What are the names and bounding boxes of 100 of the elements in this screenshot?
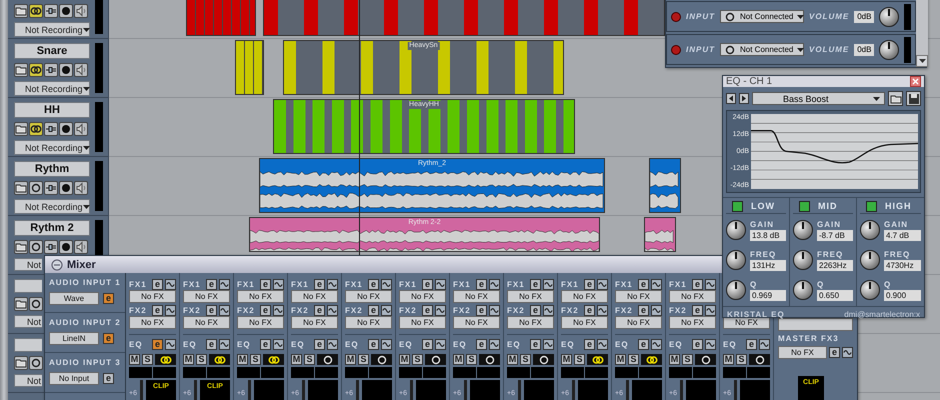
edit-button[interactable]: e xyxy=(638,278,649,290)
curve-button[interactable] xyxy=(219,278,230,290)
knob[interactable] xyxy=(860,250,880,270)
fader-track[interactable] xyxy=(626,380,629,400)
edit-button[interactable]: e xyxy=(314,338,325,350)
speaker-button[interactable] xyxy=(74,181,88,195)
fx-slot-field[interactable]: No FX xyxy=(183,290,230,303)
record-mode-dropdown[interactable]: Not Recording xyxy=(14,81,90,96)
link-toggle[interactable] xyxy=(29,356,43,370)
folder-button[interactable] xyxy=(14,356,28,370)
fx-slot-field[interactable]: No FX xyxy=(129,290,176,303)
folder-button[interactable] xyxy=(14,63,28,77)
curve-button[interactable] xyxy=(327,304,338,316)
link-toggle[interactable] xyxy=(29,63,43,77)
edit-button[interactable]: e xyxy=(746,338,757,350)
edit-button[interactable]: e xyxy=(692,304,703,316)
curve-button[interactable] xyxy=(651,304,662,316)
edit-button[interactable]: e xyxy=(530,278,541,290)
edit-button[interactable]: e xyxy=(368,338,379,350)
solo-button[interactable]: S xyxy=(250,354,261,365)
edit-button[interactable]: e xyxy=(103,333,114,344)
knob[interactable] xyxy=(793,280,813,300)
solo-button[interactable]: S xyxy=(682,354,693,365)
knob-value-field[interactable]: -8.7 dB xyxy=(817,230,853,241)
record-mode-dropdown[interactable]: Not Recording xyxy=(14,199,90,214)
fader-track[interactable] xyxy=(356,380,359,400)
edit-button[interactable]: e xyxy=(314,304,325,316)
edit-button[interactable]: e xyxy=(422,338,433,350)
link-toggle[interactable] xyxy=(209,354,230,365)
knob-value-field[interactable]: 0.969 xyxy=(750,290,786,301)
edit-button[interactable]: e xyxy=(368,304,379,316)
close-button[interactable] xyxy=(910,76,921,87)
track-name-field[interactable]: HH xyxy=(14,102,90,118)
edit-button[interactable]: e xyxy=(314,278,325,290)
curve-button[interactable] xyxy=(705,278,716,290)
curve-button[interactable] xyxy=(327,278,338,290)
speaker-button[interactable] xyxy=(74,63,88,77)
curve-button[interactable] xyxy=(165,338,176,350)
edit-button[interactable]: e xyxy=(260,304,271,316)
edit-button[interactable]: e xyxy=(584,278,595,290)
solo-button[interactable]: S xyxy=(574,354,585,365)
curve-button[interactable] xyxy=(165,304,176,316)
curve-button[interactable] xyxy=(435,338,446,350)
track-name-field[interactable] xyxy=(14,279,42,293)
mute-button[interactable]: M xyxy=(507,354,518,365)
curve-button[interactable] xyxy=(651,278,662,290)
knob[interactable] xyxy=(793,220,813,240)
knob-value-field[interactable]: 4730Hz xyxy=(884,260,921,271)
curve-button[interactable] xyxy=(273,338,284,350)
link-toggle[interactable] xyxy=(587,354,608,365)
link-toggle[interactable] xyxy=(317,354,338,365)
edit-button[interactable]: e xyxy=(829,347,840,358)
curve-button[interactable] xyxy=(435,278,446,290)
mute-button[interactable]: M xyxy=(561,354,572,365)
edit-button[interactable]: e xyxy=(530,338,541,350)
fader-track[interactable] xyxy=(248,380,251,400)
record-mode-dropdown[interactable]: Not xyxy=(14,374,42,387)
volume-value-field[interactable]: 0dB xyxy=(854,44,874,56)
curve-button[interactable] xyxy=(597,304,608,316)
edit-button[interactable]: e xyxy=(152,304,163,316)
knob[interactable] xyxy=(860,280,880,300)
band-toggle[interactable] xyxy=(799,200,810,212)
scrollbar[interactable] xyxy=(916,0,928,67)
curve-button[interactable] xyxy=(219,338,230,350)
fader-track[interactable] xyxy=(734,380,737,400)
input-source-field[interactable]: No Input xyxy=(49,372,99,385)
mute-button[interactable]: M xyxy=(237,354,248,365)
band-toggle[interactable] xyxy=(732,200,743,212)
speaker-button[interactable] xyxy=(74,122,88,136)
curve-button[interactable] xyxy=(543,338,554,350)
next-button[interactable] xyxy=(739,93,749,104)
fx-slot-field[interactable]: No FX xyxy=(615,290,662,303)
curve-button[interactable] xyxy=(759,338,770,350)
fx-slot-field[interactable]: No FX xyxy=(129,316,176,329)
link-toggle[interactable] xyxy=(29,4,43,18)
input-dropdown[interactable]: Not Connected xyxy=(720,43,804,56)
record-button[interactable] xyxy=(59,4,73,18)
input-dropdown[interactable]: Not Connected xyxy=(720,10,804,23)
fx-slot-field[interactable]: No FX xyxy=(399,290,446,303)
band-toggle[interactable] xyxy=(866,200,877,212)
fx-slot-field[interactable]: No FX xyxy=(453,290,500,303)
volume-knob[interactable] xyxy=(879,40,900,60)
input-source-field[interactable]: Wave xyxy=(49,292,99,305)
record-button[interactable] xyxy=(59,240,73,254)
speaker-button[interactable] xyxy=(74,240,88,254)
knob-value-field[interactable]: 0.650 xyxy=(817,290,853,301)
fader-track[interactable] xyxy=(572,380,575,400)
fx-slot-field[interactable]: No FX xyxy=(669,316,716,329)
knob[interactable] xyxy=(726,220,746,240)
edit-button[interactable]: e xyxy=(422,278,433,290)
link-toggle[interactable] xyxy=(479,354,500,365)
folder-button[interactable] xyxy=(14,240,28,254)
knob-value-field[interactable]: 131Hz xyxy=(750,260,786,271)
fader-track[interactable] xyxy=(680,380,683,400)
fx-slot-field[interactable]: No FX xyxy=(291,290,338,303)
fx-slot-field[interactable]: No FX xyxy=(399,316,446,329)
edit-button[interactable]: e xyxy=(206,304,217,316)
curve-button[interactable] xyxy=(489,278,500,290)
record-button[interactable] xyxy=(59,122,73,136)
edit-button[interactable]: e xyxy=(638,304,649,316)
